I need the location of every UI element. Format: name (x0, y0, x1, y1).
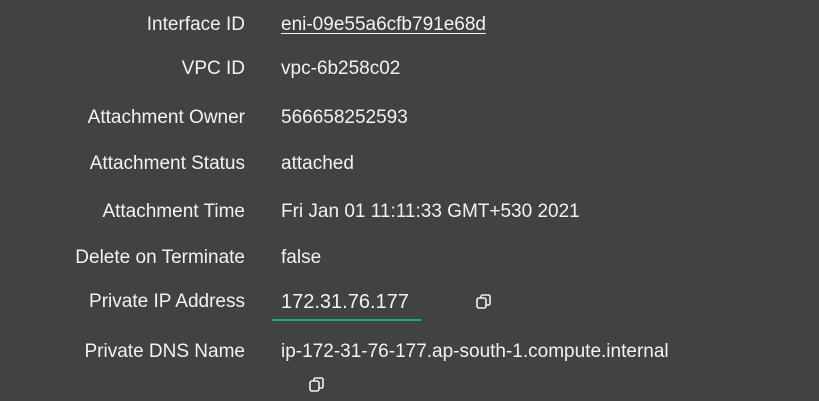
attachment-status-label: Attachment Status (89, 153, 245, 174)
attachment-status-value: attached (281, 153, 354, 174)
detail-row-attachment-time: Attachment Time Fri Jan 01 11:11:33 GMT+… (0, 195, 819, 229)
detail-row-vpc-id: VPC ID vpc-6b258c02 (0, 52, 819, 86)
detail-row-attachment-owner: Attachment Owner 566658252593 (0, 101, 819, 135)
private-ip-label: Private IP Address (89, 291, 245, 312)
vpc-id-value: vpc-6b258c02 (281, 58, 401, 79)
attachment-time-label: Attachment Time (102, 201, 245, 222)
interface-id-label: Interface ID (146, 14, 245, 35)
copy-icon[interactable] (475, 293, 493, 311)
interface-id-link[interactable]: eni-09e55a6cfb791e68d (281, 8, 486, 42)
attachment-owner-value: 566658252593 (281, 107, 408, 128)
detail-row-interface-id: Interface ID eni-09e55a6cfb791e68d (0, 8, 819, 42)
detail-row-delete-on-terminate: Delete on Terminate false (0, 241, 819, 275)
network-interface-details-panel: Interface ID eni-09e55a6cfb791e68d VPC I… (0, 0, 819, 401)
detail-row-private-ip: Private IP Address 172.31.76.177 (0, 285, 819, 321)
detail-row-private-dns: Private DNS Name ip-172-31-76-177.ap-sou… (0, 335, 819, 369)
private-dns-label: Private DNS Name (84, 341, 246, 362)
detail-row-attachment-status: Attachment Status attached (0, 147, 819, 181)
private-ip-value[interactable]: 172.31.76.177 (272, 285, 421, 321)
private-dns-value: ip-172-31-76-177.ap-south-1.compute.inte… (281, 341, 669, 362)
attachment-owner-label: Attachment Owner (87, 107, 245, 128)
delete-on-terminate-value: false (281, 247, 322, 268)
vpc-id-label: VPC ID (181, 58, 245, 79)
delete-on-terminate-label: Delete on Terminate (75, 247, 245, 268)
copy-icon[interactable] (308, 376, 326, 394)
attachment-time-value: Fri Jan 01 11:11:33 GMT+530 2021 (281, 201, 580, 222)
